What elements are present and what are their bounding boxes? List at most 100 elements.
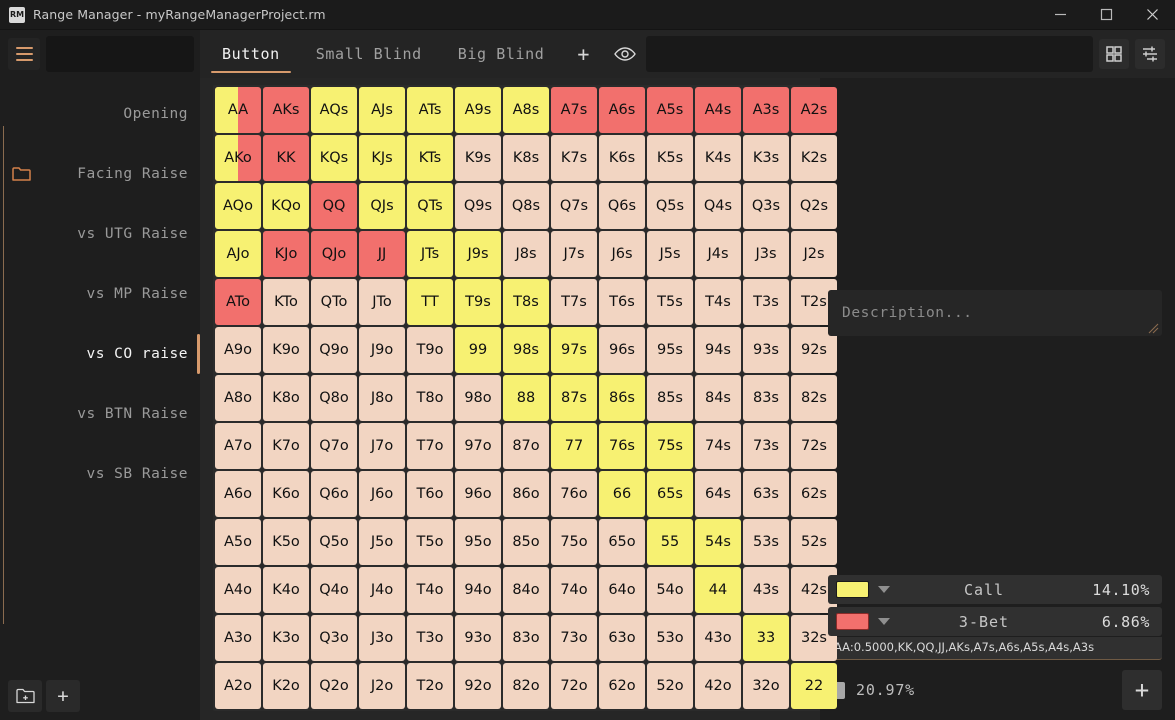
hand-cell-99[interactable]: 99 <box>455 327 501 373</box>
hand-cell-AJo[interactable]: AJo <box>215 231 261 277</box>
hand-cell-87o[interactable]: 87o <box>503 423 549 469</box>
sidebar-item-opening[interactable]: Opening <box>0 84 200 144</box>
hand-cell-J6o[interactable]: J6o <box>359 471 405 517</box>
hand-cell-JTs[interactable]: JTs <box>407 231 453 277</box>
sidebar-item-vs-sb-raise[interactable]: vs SB Raise <box>0 444 200 504</box>
hand-cell-87s[interactable]: 87s <box>551 375 597 421</box>
hand-cell-T8o[interactable]: T8o <box>407 375 453 421</box>
hand-cell-52s[interactable]: 52s <box>791 519 837 565</box>
hand-cell-K5s[interactable]: K5s <box>647 135 693 181</box>
hand-cell-K6s[interactable]: K6s <box>599 135 645 181</box>
hand-cell-K2s[interactable]: K2s <box>791 135 837 181</box>
tab-button[interactable]: Button <box>204 30 298 78</box>
hand-cell-53o[interactable]: 53o <box>647 615 693 661</box>
hand-cell-52o[interactable]: 52o <box>647 663 693 709</box>
hand-cell-A9o[interactable]: A9o <box>215 327 261 373</box>
hand-cell-77[interactable]: 77 <box>551 423 597 469</box>
hand-cell-83s[interactable]: 83s <box>743 375 789 421</box>
hand-cell-A3s[interactable]: A3s <box>743 87 789 133</box>
hand-cell-74s[interactable]: 74s <box>695 423 741 469</box>
hand-cell-K3s[interactable]: K3s <box>743 135 789 181</box>
hand-cell-54o[interactable]: 54o <box>647 567 693 613</box>
legend-row-call[interactable]: Call 14.10% <box>828 575 1162 604</box>
hand-cell-A6s[interactable]: A6s <box>599 87 645 133</box>
hand-cell-Q4o[interactable]: Q4o <box>311 567 357 613</box>
hand-cell-62s[interactable]: 62s <box>791 471 837 517</box>
add-action-button[interactable]: + <box>1122 670 1162 710</box>
hand-cell-T2o[interactable]: T2o <box>407 663 453 709</box>
hand-cell-Q3s[interactable]: Q3s <box>743 183 789 229</box>
hand-cell-84o[interactable]: 84o <box>503 567 549 613</box>
hand-cell-Q3o[interactable]: Q3o <box>311 615 357 661</box>
hand-cell-94s[interactable]: 94s <box>695 327 741 373</box>
hand-cell-K2o[interactable]: K2o <box>263 663 309 709</box>
hand-cell-83o[interactable]: 83o <box>503 615 549 661</box>
hand-cell-K7o[interactable]: K7o <box>263 423 309 469</box>
new-folder-button[interactable] <box>8 680 42 712</box>
hand-cell-33[interactable]: 33 <box>743 615 789 661</box>
hand-cell-32o[interactable]: 32o <box>743 663 789 709</box>
close-button[interactable] <box>1129 0 1175 30</box>
hand-cell-63s[interactable]: 63s <box>743 471 789 517</box>
hand-cell-QQ[interactable]: QQ <box>311 183 357 229</box>
hand-cell-K4s[interactable]: K4s <box>695 135 741 181</box>
hand-cell-75o[interactable]: 75o <box>551 519 597 565</box>
hand-cell-A2o[interactable]: A2o <box>215 663 261 709</box>
hand-cell-54s[interactable]: 54s <box>695 519 741 565</box>
hand-cell-J8s[interactable]: J8s <box>503 231 549 277</box>
hand-cell-AQo[interactable]: AQo <box>215 183 261 229</box>
legend-row-3bet[interactable]: 3-Bet 6.86% <box>828 607 1162 636</box>
toolbar-search-field[interactable] <box>46 36 194 72</box>
hand-cell-T4o[interactable]: T4o <box>407 567 453 613</box>
hand-cell-98s[interactable]: 98s <box>503 327 549 373</box>
hand-cell-Q7o[interactable]: Q7o <box>311 423 357 469</box>
hand-cell-86o[interactable]: 86o <box>503 471 549 517</box>
hand-cell-94o[interactable]: 94o <box>455 567 501 613</box>
hand-cell-KK[interactable]: KK <box>263 135 309 181</box>
hand-cell-J8o[interactable]: J8o <box>359 375 405 421</box>
hand-cell-JTo[interactable]: JTo <box>359 279 405 325</box>
hand-cell-KQs[interactable]: KQs <box>311 135 357 181</box>
hand-cell-KTo[interactable]: KTo <box>263 279 309 325</box>
hand-cell-J7s[interactable]: J7s <box>551 231 597 277</box>
hand-cell-TT[interactable]: TT <box>407 279 453 325</box>
hand-cell-K9s[interactable]: K9s <box>455 135 501 181</box>
hand-cell-KJo[interactable]: KJo <box>263 231 309 277</box>
hand-cell-96o[interactable]: 96o <box>455 471 501 517</box>
hand-cell-96s[interactable]: 96s <box>599 327 645 373</box>
hand-cell-85s[interactable]: 85s <box>647 375 693 421</box>
hand-cell-J9o[interactable]: J9o <box>359 327 405 373</box>
hand-cell-T9o[interactable]: T9o <box>407 327 453 373</box>
resize-grip-icon[interactable] <box>1147 322 1159 334</box>
hand-cell-A5s[interactable]: A5s <box>647 87 693 133</box>
hand-cell-AQs[interactable]: AQs <box>311 87 357 133</box>
hand-cell-J3s[interactable]: J3s <box>743 231 789 277</box>
hand-cell-82o[interactable]: 82o <box>503 663 549 709</box>
hand-cell-97s[interactable]: 97s <box>551 327 597 373</box>
sidebar-item-vs-co-raise[interactable]: vs CO raise <box>0 324 200 384</box>
description-input[interactable]: Description... <box>828 290 1162 336</box>
chevron-down-icon[interactable] <box>878 586 890 593</box>
hand-cell-K4o[interactable]: K4o <box>263 567 309 613</box>
tab-big-blind[interactable]: Big Blind <box>440 30 563 78</box>
chevron-down-icon[interactable] <box>878 618 890 625</box>
hand-cell-A8s[interactable]: A8s <box>503 87 549 133</box>
hand-cell-AJs[interactable]: AJs <box>359 87 405 133</box>
hand-cell-72o[interactable]: 72o <box>551 663 597 709</box>
hand-cell-98o[interactable]: 98o <box>455 375 501 421</box>
toggle-visibility-button[interactable] <box>604 30 646 78</box>
hand-cell-Q2o[interactable]: Q2o <box>311 663 357 709</box>
hand-cell-K7s[interactable]: K7s <box>551 135 597 181</box>
hand-cell-T9s[interactable]: T9s <box>455 279 501 325</box>
hand-cell-QTs[interactable]: QTs <box>407 183 453 229</box>
hand-cell-J2s[interactable]: J2s <box>791 231 837 277</box>
hand-cell-53s[interactable]: 53s <box>743 519 789 565</box>
hand-cell-95s[interactable]: 95s <box>647 327 693 373</box>
hand-cell-55[interactable]: 55 <box>647 519 693 565</box>
sidebar-item-vs-utg-raise[interactable]: vs UTG Raise <box>0 204 200 264</box>
hand-cell-KJs[interactable]: KJs <box>359 135 405 181</box>
hand-cell-75s[interactable]: 75s <box>647 423 693 469</box>
hand-cell-42o[interactable]: 42o <box>695 663 741 709</box>
hand-cell-JJ[interactable]: JJ <box>359 231 405 277</box>
hand-cell-72s[interactable]: 72s <box>791 423 837 469</box>
